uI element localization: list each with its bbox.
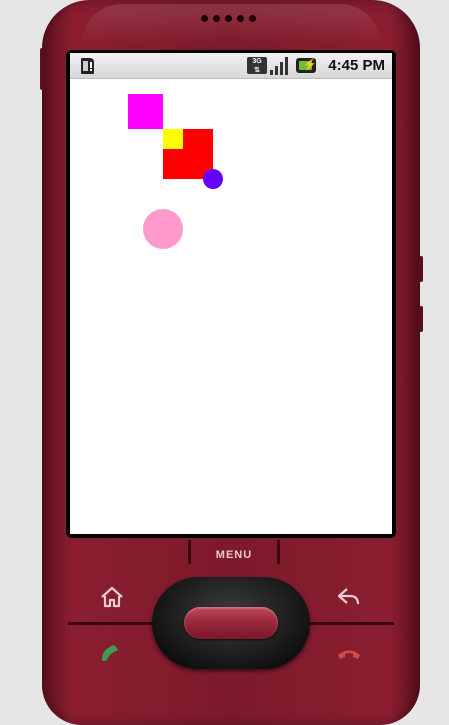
magenta-square <box>128 94 163 129</box>
side-button-upper[interactable] <box>419 256 423 282</box>
key-divider-right <box>304 622 394 625</box>
signal-strength-icon <box>270 57 290 75</box>
screen[interactable]: 3G ⇅ ⚡ 4:45 PM <box>70 53 392 534</box>
key-divider-left <box>68 622 158 625</box>
call-icon[interactable] <box>96 640 126 666</box>
speaker-grille <box>201 15 256 22</box>
trackball[interactable] <box>184 607 278 639</box>
phone-highlight <box>82 4 380 44</box>
sd-card-notification-icon <box>81 58 94 74</box>
3g-data-icon: 3G ⇅ <box>247 57 267 74</box>
network-label: 3G <box>252 58 262 65</box>
dpad[interactable] <box>152 577 310 669</box>
end-call-icon[interactable] <box>334 640 364 666</box>
phone-body: 3G ⇅ ⚡ 4:45 PM MENU <box>40 0 423 725</box>
back-icon[interactable] <box>334 584 364 610</box>
status-bar[interactable]: 3G ⇅ ⚡ 4:45 PM <box>70 53 392 79</box>
purple-circle <box>203 169 223 189</box>
yellow-square <box>163 129 183 149</box>
battery-charging-icon: ⚡ <box>296 58 317 73</box>
side-button-lower[interactable] <box>419 306 423 332</box>
side-volume-button[interactable] <box>40 48 44 90</box>
home-icon[interactable] <box>98 584 126 610</box>
menu-key[interactable]: MENU <box>188 540 280 564</box>
status-clock: 4:45 PM <box>328 57 385 74</box>
pink-circle <box>143 209 183 249</box>
